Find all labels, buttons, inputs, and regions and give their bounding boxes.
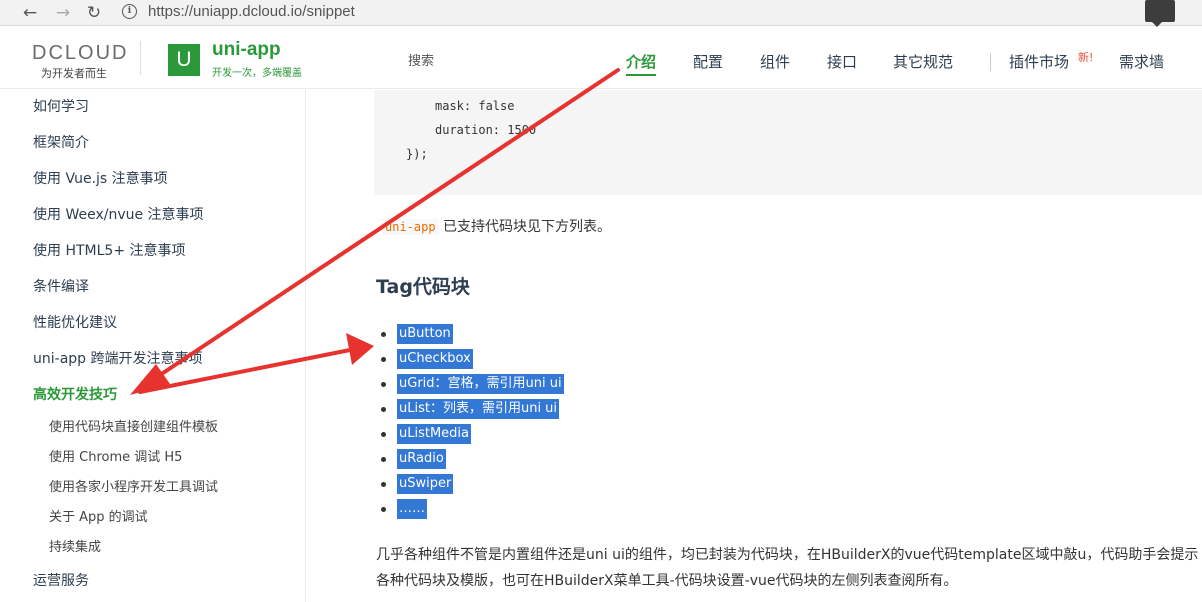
forward-arrow-icon[interactable]: → [52, 2, 74, 24]
intro-sentence: 已支持代码块见下方列表。 [438, 219, 612, 235]
sidebar-subitem-app-debug[interactable]: 关于 App 的调试 [49, 506, 148, 525]
snippet-link-more[interactable]: …… [397, 499, 427, 519]
sidebar-item-html5plus-notes[interactable]: 使用 HTML5+ 注意事项 [33, 240, 186, 260]
sidebar-subitem-chrome-debug[interactable]: 使用 Chrome 调试 H5 [49, 446, 182, 465]
sidebar-subitem-miniprogram-debug[interactable]: 使用各家小程序开发工具调试 [49, 476, 218, 495]
sidebar-item-how-to-learn[interactable]: 如何学习 [33, 96, 89, 116]
intro-text: uni-app 已支持代码块见下方列表。 [382, 216, 611, 236]
chat-bubble-icon[interactable] [1145, 0, 1175, 27]
back-arrow-icon[interactable]: ← [19, 2, 41, 24]
site-header: DCLOUD 为开发者而生 U uni-app 开发一次，多端覆盖 介绍 配置 … [0, 27, 1202, 89]
nav-other-specs[interactable]: 其它规范 [893, 51, 953, 72]
snippet-link-ugrid[interactable]: uGrid：宫格，需引用uni ui [397, 374, 564, 394]
snippet-link-ulistmedia[interactable]: uListMedia [397, 424, 472, 444]
sidebar-item-performance[interactable]: 性能优化建议 [33, 312, 117, 332]
sidebar-item-operations[interactable]: 运营服务 [33, 570, 89, 590]
nav-config[interactable]: 配置 [693, 51, 723, 72]
snippet-link-ubutton[interactable]: uButton [397, 324, 453, 344]
sidebar-item-vue-notes[interactable]: 使用 Vue.js 注意事项 [33, 168, 168, 188]
reload-icon[interactable]: ↻ [83, 2, 105, 24]
sidebar-item-framework-intro[interactable]: 框架简介 [33, 132, 89, 152]
sidebar-subitem-ci[interactable]: 持续集成 [49, 536, 101, 555]
sidebar-subitem-snippet-template[interactable]: 使用代码块直接创建组件模板 [49, 416, 218, 435]
uni-app-slogan: 开发一次，多端覆盖 [212, 68, 302, 79]
nav-plugin-market[interactable]: 插件市场 [1009, 51, 1069, 72]
code-line: duration: 1500 [435, 123, 537, 137]
code-line: mask: false [435, 99, 515, 113]
snippet-link-ulist[interactable]: uList：列表，需引用uni ui [397, 399, 560, 419]
section-title: Tag代码块 [376, 276, 470, 298]
sidebar-item-weex-nvue-notes[interactable]: 使用 Weex/nvue 注意事项 [33, 204, 204, 224]
code-line: }); [406, 147, 428, 161]
snippet-link-ucheckbox[interactable]: uCheckbox [397, 349, 473, 369]
nav-separator [990, 53, 991, 71]
search-box[interactable] [398, 46, 604, 76]
browser-toolbar: ← → ↻ i https://uniapp.dcloud.io/snippet [0, 0, 1202, 27]
dcloud-logo-text: DCLOUD [32, 42, 129, 64]
uni-app-logo-icon[interactable]: U [168, 44, 200, 76]
nav-components[interactable]: 组件 [760, 51, 790, 72]
sidebar-item-conditional-compile[interactable]: 条件编译 [33, 276, 89, 296]
info-icon[interactable]: i [122, 4, 137, 19]
new-badge: 新! [1078, 51, 1094, 64]
sidebar-item-efficient-dev-tips[interactable]: 高效开发技巧 [33, 384, 117, 404]
dcloud-logo[interactable]: DCLOUD 为开发者而生 [32, 43, 127, 81]
nav-api[interactable]: 接口 [827, 51, 857, 72]
sidebar: 如何学习 框架简介 使用 Vue.js 注意事项 使用 Weex/nvue 注意… [0, 90, 306, 602]
sidebar-item-cross-platform-notes[interactable]: uni-app 跨端开发注意事项 [33, 348, 203, 368]
dcloud-slogan: 为开发者而生 [41, 67, 107, 80]
logo-divider [140, 41, 141, 75]
main-content: mask: false duration: 1500 }); uni-app 已… [307, 90, 1202, 602]
snippet-link-uswiper[interactable]: uSwiper [397, 474, 454, 494]
nav-requirements-wall[interactable]: 需求墙 [1119, 51, 1164, 72]
url-text[interactable]: https://uniapp.dcloud.io/snippet [148, 3, 355, 20]
description-paragraph: 几乎各种组件不管是内置组件还是uni ui的组件，均已封装为代码块，在HBuil… [376, 547, 1199, 589]
inline-code: uni-app [382, 219, 439, 235]
address-bar[interactable]: i https://uniapp.dcloud.io/snippet [114, 0, 1134, 24]
code-block: mask: false duration: 1500 }); [374, 90, 1202, 195]
uni-app-name[interactable]: uni-app [212, 39, 281, 61]
nav-intro[interactable]: 介绍 [626, 51, 657, 76]
search-input[interactable] [408, 48, 588, 74]
snippet-link-uradio[interactable]: uRadio [397, 449, 446, 469]
